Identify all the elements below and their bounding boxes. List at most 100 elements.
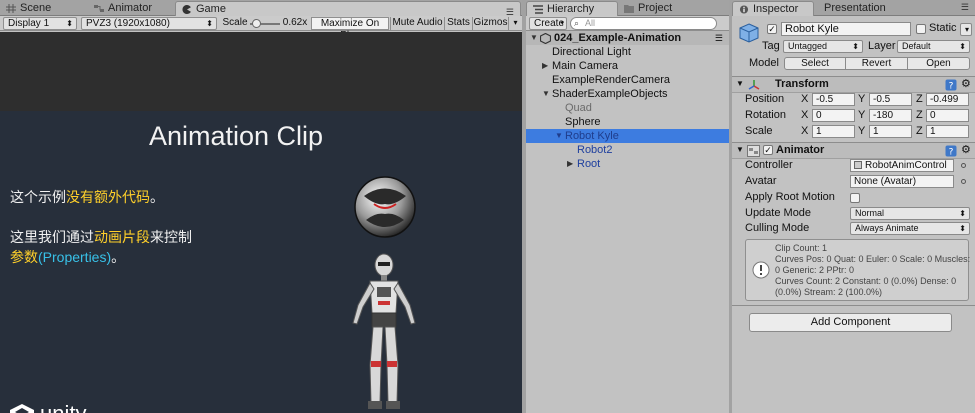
tag-dropdown[interactable]: Untagged ⬍ [783,40,863,53]
rotation-y-input[interactable]: -180 [869,109,912,122]
tab-presentation[interactable]: Presentation [814,1,914,16]
settings-gear-icon[interactable]: ⚙ [961,77,971,90]
expand-right-icon[interactable]: ▶ [567,157,573,171]
maximize-on-play-button[interactable]: Maximize On Play [311,17,389,41]
position-z-input[interactable]: -0.499 [926,93,969,106]
hierarchy-item-main-camera[interactable]: ▶ Main Camera [526,59,729,73]
hierarchy-item-robot2[interactable]: Robot2 [526,143,729,157]
hierarchy-item-label: Directional Light [552,46,631,58]
dropdown-arrow-icon: ⬍ [852,42,859,51]
apply-root-motion-checkbox[interactable] [850,193,860,203]
collapse-down-icon[interactable]: ▼ [736,79,744,88]
properties-segment: (Properties) [38,249,112,265]
scale-x-label: X [801,125,809,137]
hierarchy-item-root[interactable]: ▶ Root [526,157,729,171]
description-line-1: 这个示例没有额外代码。 [10,187,164,207]
scene-header[interactable]: ▼ 024_Example-Animation ☰ [526,31,729,45]
static-checkbox[interactable] [916,24,926,34]
collapse-down-icon[interactable]: ▼ [736,145,744,154]
game-tabbar: Scene Animator Game ☰ [0,0,522,17]
game-viewport[interactable]: Animation Clip 这个示例没有额外代码。 这里我们通过动画片段来控制… [0,32,522,413]
help-book-icon[interactable]: ? [945,79,957,91]
gizmos-dropdown-icon[interactable]: ▾ [508,17,522,30]
tab-animator-label: Animator [108,2,153,14]
position-y-input[interactable]: -0.5 [869,93,912,106]
active-checkbox[interactable]: ✓ [767,24,777,34]
help-book-icon[interactable]: ? [945,145,957,157]
tab-hierarchy[interactable]: Hierarchy [526,1,618,16]
hierarchy-toolbar: Create ▾ ⌕ All [526,16,729,31]
svg-text:?: ? [949,148,954,158]
avatar-field[interactable]: None (Avatar) [850,175,954,188]
rotation-z-input[interactable]: 0 [926,109,969,122]
rotation-x-input[interactable]: 0 [812,109,855,122]
viewport-letterbox [0,32,522,111]
hierarchy-item-label: Main Camera [552,60,619,72]
layer-dropdown[interactable]: Default ⬍ [897,40,970,53]
controller-field[interactable]: RobotAnimControl [850,159,954,172]
highlight-segment: 参数 [10,249,38,265]
scene-name: 024_Example-Animation [554,32,682,44]
add-component-button[interactable]: Add Component [749,313,952,332]
scale-value: 0.62x [282,17,308,28]
transform-title: Transform [775,78,829,90]
highlight-segment: 没有额外代码 [66,189,150,205]
tab-scene[interactable]: Scene [0,1,88,16]
text-segment: 。 [150,189,164,205]
tab-presentation-label: Presentation [824,2,886,14]
model-open-button[interactable]: Open [907,57,970,70]
position-x-input[interactable]: -0.5 [812,93,855,106]
static-label: Static [929,22,957,34]
object-name-field[interactable]: Robot Kyle [781,22,911,36]
model-revert-button[interactable]: Revert [845,57,908,70]
tag-label: Tag [762,40,780,52]
object-picker-icon[interactable] [961,179,966,184]
animator-enabled-checkbox[interactable]: ✓ [763,145,773,155]
expand-down-icon[interactable]: ▼ [555,129,563,143]
resolution-dropdown[interactable]: PVZ3 (1920x1080) ⬍ [81,17,217,30]
scale-y-input[interactable]: 1 [869,125,912,138]
layer-label: Layer [868,40,896,52]
tab-game[interactable]: Game ☰ [175,1,521,17]
scale-slider-handle[interactable] [251,19,261,28]
expand-down-icon[interactable]: ▼ [542,87,550,101]
transform-header[interactable]: ▼ Transform ? ⚙ [732,77,975,93]
static-dropdown[interactable]: ▾ [960,23,972,36]
hierarchy-item-quad[interactable]: Quad [526,101,729,115]
expand-right-icon[interactable]: ▶ [542,59,548,73]
highlight-segment: 动画片段 [94,229,150,245]
text-segment: 这里我们通过 [10,229,94,245]
model-select-button[interactable]: Select [784,57,846,70]
culling-mode-dropdown[interactable]: Always Animate ⬍ [850,222,970,235]
inspector-menu-icon[interactable]: ☰ [961,2,969,13]
animator-title: Animator [776,144,825,156]
inspector-tabbar: Inspector Presentation ☰ [732,0,975,16]
hierarchy-item-example-render-camera[interactable]: ExampleRenderCamera [526,73,729,87]
settings-gear-icon[interactable]: ⚙ [961,143,971,156]
hierarchy-item-directional-light[interactable]: Directional Light [526,45,729,59]
hierarchy-item-shader-example-objects[interactable]: ▼ ShaderExampleObjects [526,87,729,101]
tab-project[interactable]: Project [618,1,714,16]
description-line-2: 这里我们通过动画片段来控制 [10,227,192,247]
create-dropdown[interactable]: Create ▾ [529,17,567,30]
mute-audio-button[interactable]: Mute Audio [390,17,444,30]
svg-text:?: ? [949,82,954,92]
animator-header[interactable]: ▼ ✓ Animator ? ⚙ [732,143,975,159]
rotation-y-label: Y [858,109,866,121]
scene-menu-icon[interactable]: ☰ [715,31,723,45]
update-mode-dropdown[interactable]: Normal ⬍ [850,207,970,220]
tab-inspector[interactable]: Inspector [732,1,814,16]
scale-z-input[interactable]: 1 [926,125,969,138]
update-mode-value: Normal [855,208,885,218]
position-label: Position [745,93,785,105]
scale-x-input[interactable]: 1 [812,125,855,138]
animator-icon [94,5,104,12]
display-dropdown[interactable]: Display 1 ⬍ [3,17,77,30]
tab-animator[interactable]: Animator [88,1,174,16]
hierarchy-search-input[interactable]: ⌕ All [570,17,717,30]
hierarchy-item-sphere[interactable]: Sphere [526,115,729,129]
gizmos-button[interactable]: Gizmos [472,17,508,30]
stats-button[interactable]: Stats [444,17,472,30]
object-picker-icon[interactable] [961,163,966,168]
hierarchy-item-robot-kyle[interactable]: ▼ Robot Kyle [526,129,729,143]
